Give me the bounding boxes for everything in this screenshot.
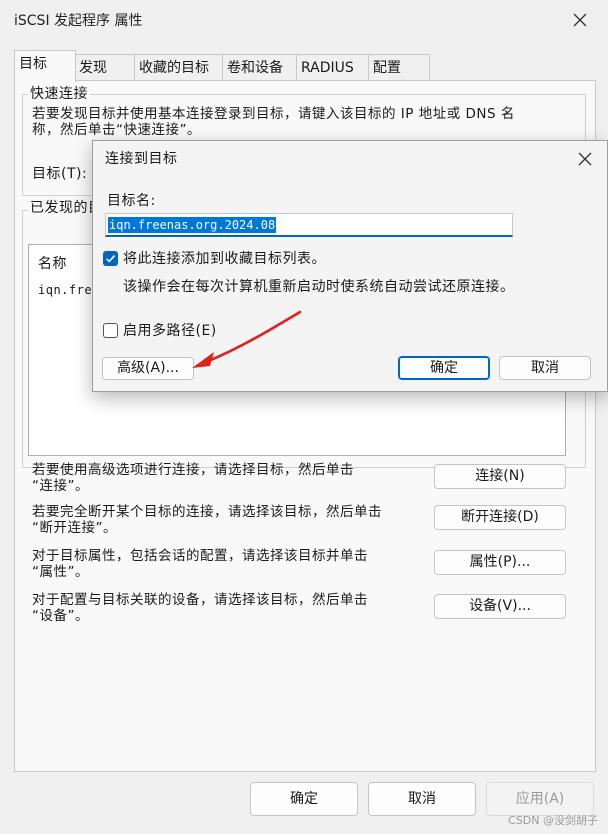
connect-desc-1: 若要使用高级选项进行连接，请选择目标，然后单击 <box>32 462 354 478</box>
connect-desc-2: “连接”。 <box>32 478 89 494</box>
connect-to-target-dialog: 连接到目标 目标名: iqn.freenas.org.2024.08 将此连接添… <box>92 140 608 392</box>
multipath-checkbox[interactable] <box>103 323 118 338</box>
dialog-title-bar: 连接到目标 <box>93 141 607 179</box>
add-to-favorites-note: 该操作会在每次计算机重新启动时使系统自动尝试还原连接。 <box>123 279 515 295</box>
watermark: CSDN @没剑胡子 <box>508 814 598 827</box>
dialog-close-button[interactable] <box>577 151 595 169</box>
apply-button[interactable]: 应用(A) <box>486 782 594 816</box>
add-to-favorites-checkbox[interactable] <box>103 251 118 266</box>
target-label: 目标(T): <box>32 166 88 182</box>
ok-button[interactable]: 确定 <box>250 782 358 816</box>
connect-button[interactable]: 连接(N) <box>434 464 566 489</box>
close-icon <box>573 13 587 27</box>
cancel-button[interactable]: 取消 <box>368 782 476 816</box>
properties-button[interactable]: 属性(P)... <box>434 550 566 575</box>
target-name-input[interactable]: iqn.freenas.org.2024.08 <box>105 213 513 237</box>
column-header-name[interactable]: 名称 <box>38 256 67 272</box>
devices-desc-2: “设备”。 <box>32 608 89 624</box>
disconnect-desc-2: “断开连接”。 <box>32 520 117 536</box>
dialog-ok-button[interactable]: 确定 <box>398 356 490 380</box>
annotation-arrow <box>192 310 302 368</box>
close-icon <box>578 152 592 166</box>
checkmark-icon <box>105 255 116 263</box>
add-to-favorites-label[interactable]: 将此连接添加到收藏目标列表。 <box>123 251 326 267</box>
disconnect-desc-1: 若要完全断开某个目标的连接，请选择该目标，然后单击 <box>32 504 382 520</box>
target-name-value: iqn.freenas.org.2024.08 <box>108 217 277 233</box>
quick-connect-desc-2: 称，然后单击“快速连接”。 <box>32 122 201 138</box>
properties-desc-1: 对于目标属性，包括会话的配置，请选择该目标并单击 <box>32 548 368 564</box>
tab-favorite-targets[interactable]: 收藏的目标 <box>134 54 230 81</box>
properties-desc-2: “属性”。 <box>32 564 89 580</box>
target-name-label: 目标名: <box>107 193 156 209</box>
tab-configuration[interactable]: 配置 <box>368 54 430 81</box>
tab-volumes-devices[interactable]: 卷和设备 <box>222 54 304 81</box>
window-close-button[interactable] <box>572 12 590 30</box>
dialog-title: 连接到目标 <box>105 151 178 167</box>
window-title: iSCSI 发起程序 属性 <box>14 13 143 29</box>
disconnect-button[interactable]: 断开连接(D) <box>434 505 566 530</box>
table-row[interactable]: iqn.fre <box>38 282 92 298</box>
quick-connect-desc-1: 若要发现目标并使用基本连接登录到目标，请键入该目标的 IP 地址或 DNS 名 <box>32 106 515 122</box>
quick-connect-legend: 快速连接 <box>28 86 90 102</box>
tab-discovery[interactable]: 发现 <box>74 54 142 81</box>
tab-radius[interactable]: RADIUS <box>296 54 372 81</box>
devices-button[interactable]: 设备(V)... <box>434 594 566 619</box>
dialog-cancel-button[interactable]: 取消 <box>499 356 591 380</box>
tab-targets[interactable]: 目标 <box>14 50 76 82</box>
devices-desc-1: 对于配置与目标关联的设备，请选择该目标，然后单击 <box>32 592 368 608</box>
